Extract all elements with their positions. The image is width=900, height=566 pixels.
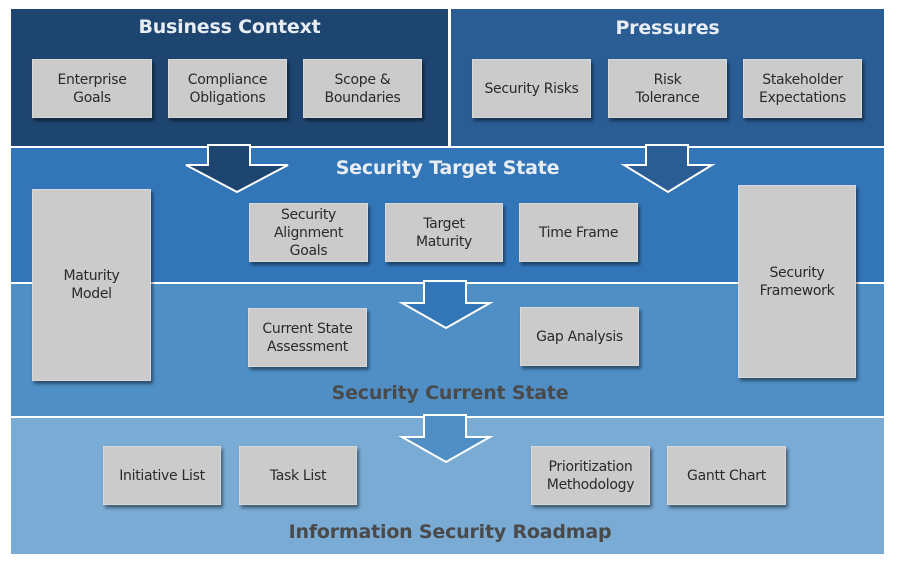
target-maturity-box[interactable]: Target Maturity — [385, 203, 503, 262]
stakeholder-expectations-box[interactable]: Stakeholder Expectations — [743, 59, 862, 118]
initiative-list-box[interactable]: Initiative List — [103, 446, 221, 505]
current-state-assessment-box[interactable]: Current State Assessment — [248, 308, 367, 367]
gap-analysis-box[interactable]: Gap Analysis — [520, 307, 639, 366]
maturity-model-box[interactable]: Maturity Model — [32, 189, 151, 381]
information-security-roadmap-title: Information Security Roadmap — [288, 521, 612, 543]
time-frame-box[interactable]: Time Frame — [519, 203, 638, 262]
task-list-box[interactable]: Task List — [239, 446, 357, 505]
risk-tolerance-box[interactable]: Risk Tolerance — [608, 59, 727, 118]
enterprise-goals-box[interactable]: Enterprise Goals — [32, 59, 152, 118]
prioritization-methodology-box[interactable]: Prioritization Methodology — [531, 446, 650, 505]
security-framework-box[interactable]: Security Framework — [738, 185, 856, 378]
security-current-state-title: Security Current State — [331, 382, 569, 404]
compliance-obligations-box[interactable]: Compliance Obligations — [168, 59, 287, 118]
security-target-state-title: Security Target State — [335, 157, 560, 179]
security-alignment-goals-box[interactable]: Security Alignment Goals — [249, 203, 368, 262]
gantt-chart-box[interactable]: Gantt Chart — [667, 446, 786, 505]
scope-boundaries-box[interactable]: Scope & Boundaries — [303, 59, 422, 118]
pressures-title: Pressures — [615, 17, 720, 39]
security-risks-box[interactable]: Security Risks — [472, 59, 591, 118]
business-context-title: Business Context — [138, 16, 321, 38]
